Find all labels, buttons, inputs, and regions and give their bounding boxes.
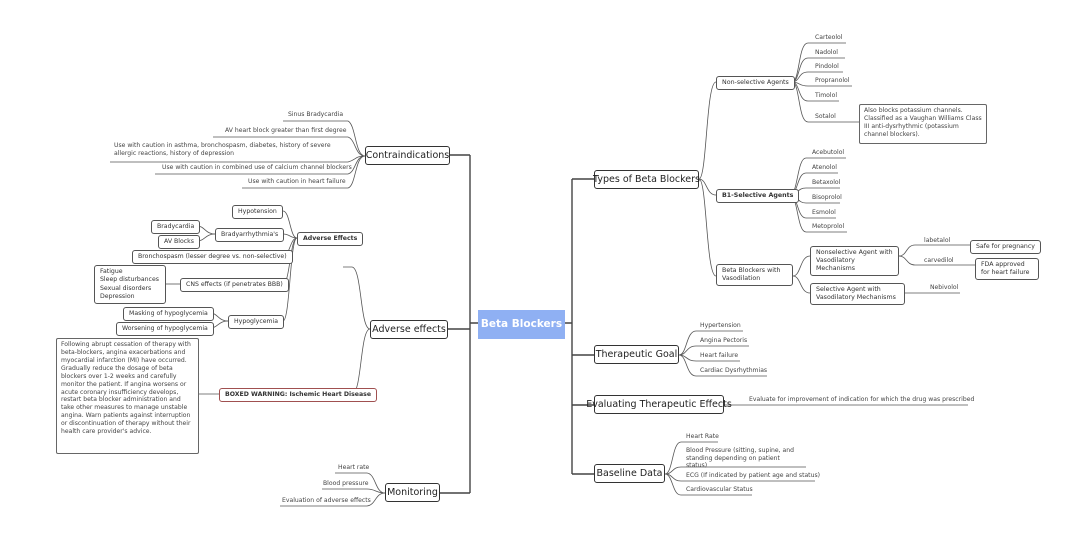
hypotension-node[interactable]: Hypotension [232,205,283,219]
av-blocks-node[interactable]: AV Blocks [158,235,200,249]
baseline-item[interactable]: Heart Rate [684,433,721,441]
topic-therapeutic-goal[interactable]: Therapeutic Goal [594,345,679,364]
hypoglycemia-node[interactable]: Hypoglycemia [228,315,285,329]
carvedilol-note: FDA approved for heart failure [975,258,1039,280]
bradycardia-node[interactable]: Bradycardia [151,220,201,234]
beta-blockers-with-vasodilation-node[interactable]: Beta Blockers with Vasodilation [716,264,793,286]
worsening-hypoglycemia-node[interactable]: Worsening of hypoglycemia [116,322,214,336]
evaluating-item[interactable]: Evaluate for improvement of indication f… [747,396,976,404]
boxed-warning-text: Following abrupt cessation of therapy wi… [56,338,199,454]
labetalol-note: Safe for pregnancy [970,240,1041,254]
cns-effects-list: Fatigue Sleep disturbances Sexual disord… [94,265,166,305]
b1-selective-agents-node[interactable]: B1-Selective Agents [716,189,800,203]
contraindication-item[interactable]: Use with caution in asthma, bronchospasm… [112,142,344,157]
drug-item[interactable]: Sotalol [813,113,838,121]
drug-item[interactable]: Timolol [813,92,839,100]
topic-evaluating-therapeutic-effects[interactable]: Evaluating Therapeutic Effects [586,395,732,414]
contraindication-item[interactable]: AV heart block greater than first degree [223,127,348,135]
drug-item[interactable]: Betaxolol [810,179,842,187]
drug-item[interactable]: Metoprolol [810,223,846,231]
cns-effect-item: Depression [100,293,135,301]
topic-baseline-data[interactable]: Baseline Data [594,464,665,483]
baseline-item[interactable]: Blood Pressure (sitting, supine, and sta… [684,447,804,470]
drug-item[interactable]: Acebutolol [810,149,846,157]
cns-effect-item: Sexual disorders [100,284,152,292]
central-topic[interactable]: Beta Blockers [478,310,565,339]
contraindication-item[interactable]: Use with caution in combined use of calc… [160,164,354,172]
cns-effect-item: Fatigue [100,268,123,275]
contraindication-item[interactable]: Sinus Bradycardia [286,111,345,119]
cns-effects-node[interactable]: CNS effects (if penetrates BBB) [180,278,289,292]
bronchospasm-node[interactable]: Bronchospasm (lesser degree vs. non-sele… [132,250,293,264]
non-selective-agents-node[interactable]: Non-selective Agents [716,76,795,90]
cns-effect-item: Sleep disturbances [100,276,159,284]
drug-item[interactable]: carvedilol [922,257,956,265]
topic-monitoring[interactable]: Monitoring [385,483,440,502]
topic-adverse-effects[interactable]: Adverse effects [370,320,448,339]
goal-item[interactable]: Hypertension [698,322,743,330]
contraindication-item[interactable]: Use with caution in heart failure [246,178,348,186]
sotalol-note: Also blocks potassium channels. Classifi… [859,104,987,144]
topic-types-of-beta-blockers[interactable]: Types of Beta Blockers [593,170,700,189]
baseline-item[interactable]: Cardiovascular Status [684,486,755,494]
drug-item[interactable]: Carteolol [813,34,844,42]
drug-item[interactable]: Esmolol [810,209,838,217]
masking-hypoglycemia-node[interactable]: Masking of hypoglycemia [123,307,214,321]
baseline-item[interactable]: ECG (If indicated by patient age and sta… [684,472,822,480]
adverse-effects-subtopic[interactable]: Adverse Effects [297,232,364,246]
nonselective-vasodilatory-node[interactable]: Nonselective Agent with Vasodilatory Mec… [810,246,899,276]
drug-item[interactable]: Nebivolol [928,284,960,292]
drug-item[interactable]: Atenolol [810,164,839,172]
bradyarrhythmias-node[interactable]: Bradyarrhythmia's [215,228,285,242]
monitoring-item[interactable]: Blood pressure [321,480,370,488]
monitoring-item[interactable]: Heart rate [336,464,371,472]
drug-item[interactable]: Bisoprolol [810,194,844,202]
goal-item[interactable]: Angina Pectoris [698,337,749,345]
drug-item[interactable]: Nadolol [813,49,840,57]
goal-item[interactable]: Cardiac Dysrhythmias [698,367,769,375]
topic-contraindications[interactable]: Contraindications [365,146,450,165]
selective-vasodilatory-node[interactable]: Selective Agent with Vasodilatory Mechan… [810,283,905,305]
drug-item[interactable]: Pindolol [813,63,841,71]
goal-item[interactable]: Heart failure [698,352,740,360]
monitoring-item[interactable]: Evaluation of adverse effects [280,497,373,505]
drug-item[interactable]: Propranolol [813,77,851,85]
boxed-warning-node[interactable]: BOXED WARNING: Ischemic Heart Disease [219,388,378,402]
drug-item[interactable]: labetalol [922,237,952,245]
